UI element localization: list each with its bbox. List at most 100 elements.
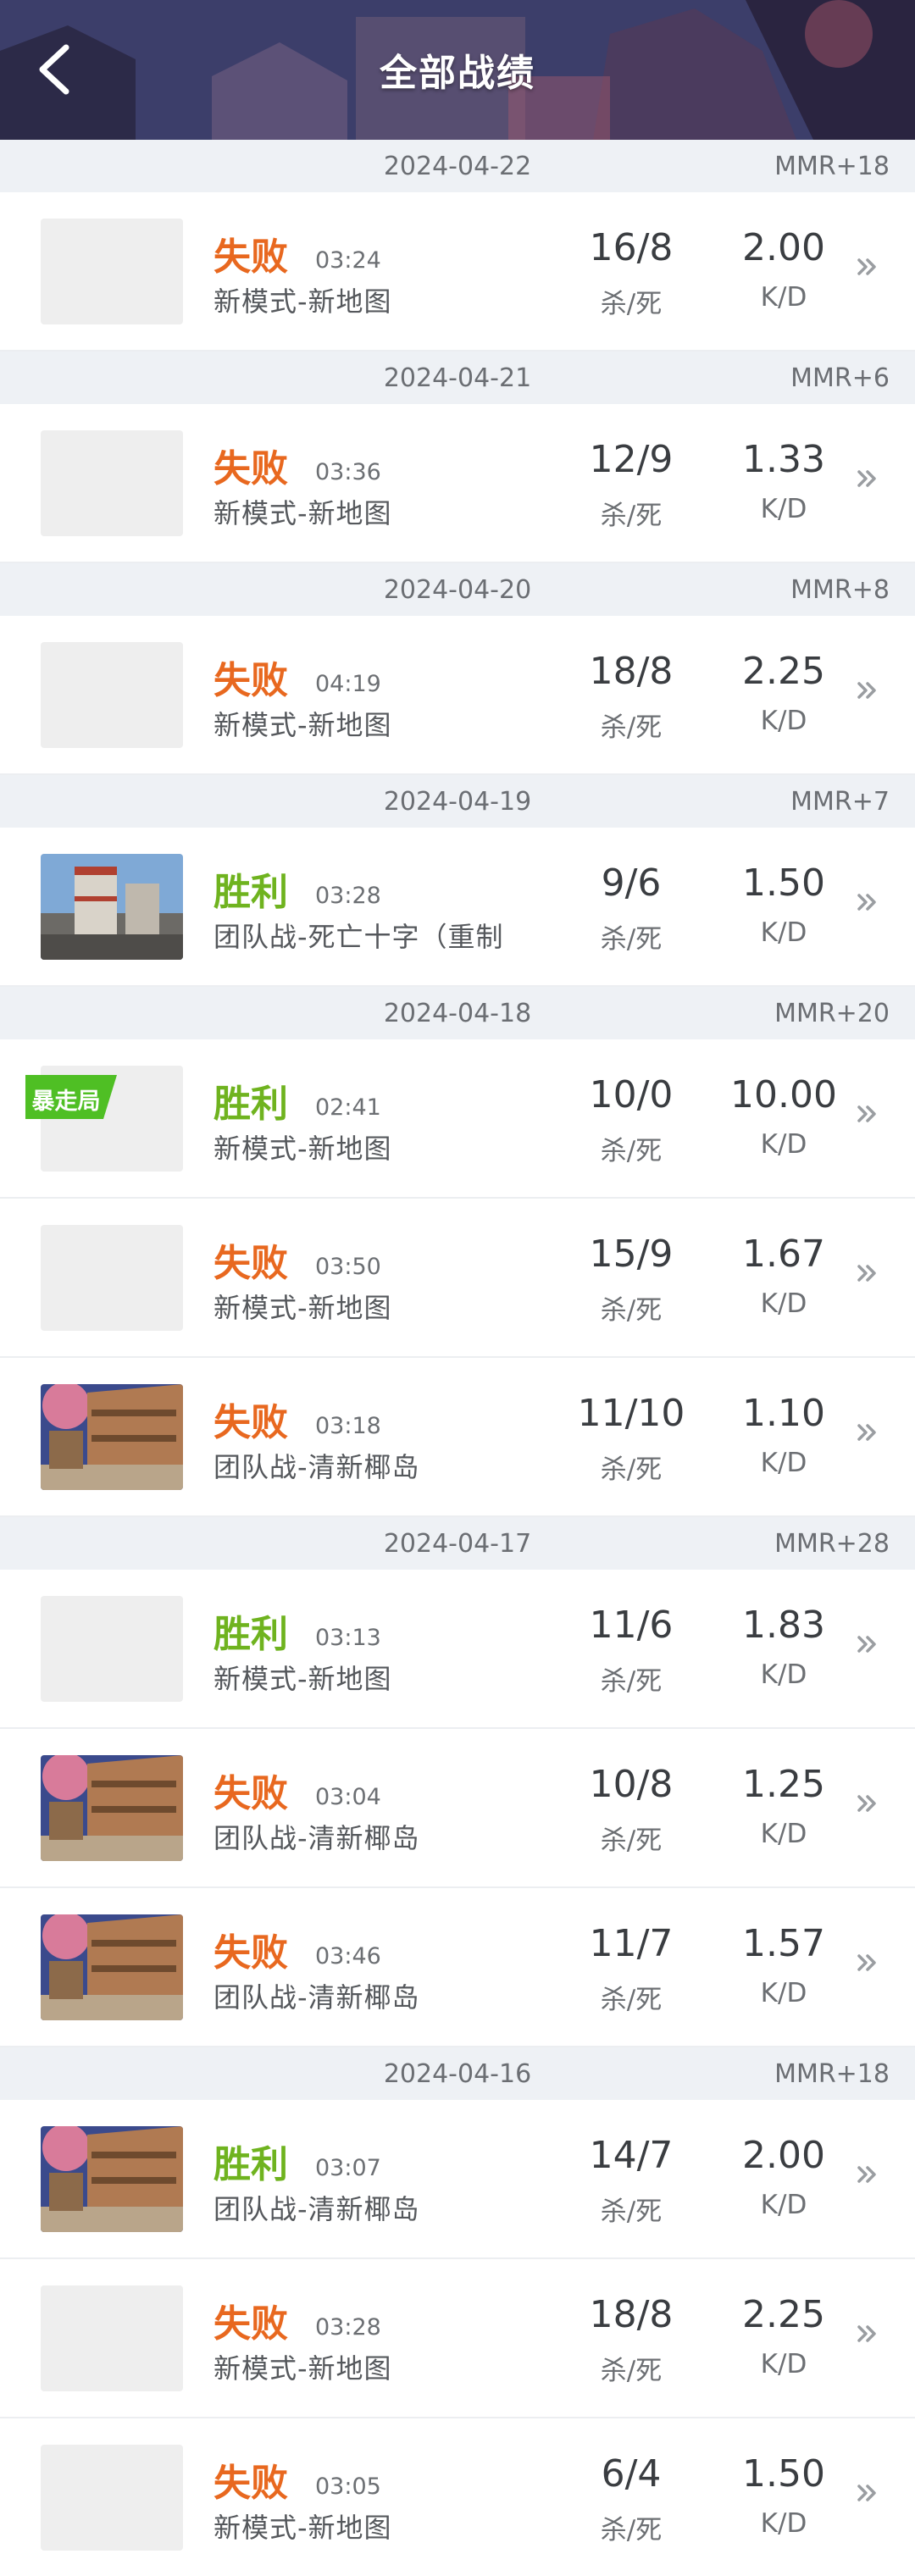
kd-ratio: 10.00 (730, 1073, 837, 1116)
match-result: 胜利 (214, 1613, 288, 1656)
match-row[interactable]: 失败 03:46 团队战-清新椰岛 11/7 杀/死 1.57 K/D (0, 1888, 915, 2047)
match-result: 失败 (214, 659, 288, 702)
map-thumbnail-art (41, 854, 183, 960)
detail-arrow[interactable] (856, 462, 881, 496)
kd-ratio-label: K/D (760, 1448, 807, 1478)
match-duration: 03:28 (315, 2314, 381, 2341)
match-row[interactable]: 失败 03:18 团队战-清新椰岛 11/10 杀/死 1.10 K/D (0, 1358, 915, 1517)
date-header: 2024-04-19 MMR+7 (0, 775, 915, 828)
match-date: 2024-04-19 (383, 787, 532, 817)
kills-deaths-label: 杀/死 (600, 1454, 663, 1485)
detail-arrow[interactable] (856, 2158, 881, 2191)
chevron-double-right-icon (857, 470, 876, 487)
match-row[interactable]: 失败 03:24 新模式-新地图 16/8 杀/死 2.00 K/D (0, 192, 915, 352)
map-name: 团队战-死亡十字（重制 (214, 921, 504, 953)
detail-arrow[interactable] (856, 2317, 881, 2351)
kills-deaths-label: 杀/死 (600, 712, 663, 743)
kd-ratio: 2.25 (742, 650, 825, 693)
detail-arrow[interactable] (856, 1256, 881, 1290)
match-date: 2024-04-21 (383, 363, 532, 393)
kills-deaths: 9/6 (601, 861, 662, 905)
match-duration: 02:41 (315, 1094, 381, 1121)
kills-deaths-label: 杀/死 (600, 924, 663, 955)
kd-ratio-label: K/D (760, 706, 807, 736)
map-name: 新模式-新地图 (214, 1292, 392, 1324)
match-row[interactable]: 失败 04:19 新模式-新地图 18/8 杀/死 2.25 K/D (0, 616, 915, 775)
match-result: 失败 (214, 235, 288, 279)
match-result: 失败 (214, 1242, 288, 1285)
match-row[interactable]: 失败 03:04 团队战-清新椰岛 10/8 杀/死 1.25 K/D (0, 1729, 915, 1888)
match-row[interactable]: 失败 03:28 新模式-新地图 18/8 杀/死 2.25 K/D (0, 2259, 915, 2418)
chevron-double-right-icon (857, 894, 876, 911)
match-duration: 03:24 (315, 247, 381, 274)
detail-arrow[interactable] (856, 885, 881, 919)
map-thumbnail (41, 2285, 183, 2391)
detail-arrow[interactable] (856, 1787, 881, 1820)
map-thumbnail-art (41, 2126, 183, 2232)
kd-ratio-label: K/D (760, 494, 807, 524)
match-row[interactable]: 失败 03:36 新模式-新地图 12/9 杀/死 1.33 K/D (0, 404, 915, 563)
detail-arrow[interactable] (856, 2476, 881, 2510)
map-thumbnail-art (41, 1384, 183, 1490)
kills-deaths-label: 杀/死 (600, 289, 663, 319)
match-duration: 03:18 (315, 1413, 381, 1439)
chevron-double-right-icon (857, 1265, 876, 1282)
map-name: 新模式-新地图 (214, 1663, 392, 1695)
detail-arrow[interactable] (856, 250, 881, 284)
kd-ratio: 1.50 (742, 861, 825, 905)
kd-ratio-label: K/D (760, 282, 807, 313)
kills-deaths: 16/8 (589, 226, 674, 269)
match-row[interactable]: 胜利 03:13 新模式-新地图 11/6 杀/死 1.83 K/D (0, 1570, 915, 1729)
kd-ratio-label: K/D (760, 2508, 807, 2539)
kd-ratio: 2.00 (742, 226, 825, 269)
kills-deaths: 11/7 (589, 1922, 674, 1965)
kills-deaths: 12/9 (589, 438, 674, 481)
map-name: 团队战-清新椰岛 (214, 1822, 420, 1854)
map-thumbnail (41, 2126, 183, 2232)
map-thumbnail (41, 430, 183, 536)
map-name: 新模式-新地图 (214, 2352, 392, 2385)
mmr-change: MMR+18 (774, 152, 890, 181)
detail-arrow[interactable] (856, 673, 881, 707)
kd-ratio: 1.57 (742, 1922, 825, 1965)
match-duration: 03:50 (315, 1254, 381, 1280)
mmr-change: MMR+7 (790, 787, 890, 817)
kills-deaths-label: 杀/死 (600, 1985, 663, 2015)
map-name: 团队战-清新椰岛 (214, 1981, 420, 2014)
kd-ratio-label: K/D (760, 2190, 807, 2220)
detail-arrow[interactable] (856, 1097, 881, 1131)
match-result: 失败 (214, 1772, 288, 1815)
detail-arrow[interactable] (856, 1946, 881, 1980)
kd-ratio-label: K/D (760, 1819, 807, 1849)
kills-deaths: 18/8 (589, 650, 674, 693)
detail-arrow[interactable] (856, 1627, 881, 1661)
date-header: 2024-04-22 MMR+18 (0, 140, 915, 192)
match-history-list: 2024-04-22 MMR+18 失败 03:24 新模式-新地图 16/8 杀/死 2.0… (0, 140, 915, 2576)
match-duration: 03:28 (315, 883, 381, 909)
map-name: 新模式-新地图 (214, 285, 392, 318)
match-row[interactable]: 失败 03:50 新模式-新地图 15/9 杀/死 1.67 K/D (0, 1199, 915, 1358)
match-row[interactable]: 胜利 03:28 团队战-死亡十字（重制 9/6 杀/死 1.50 K/D (0, 828, 915, 987)
map-thumbnail (41, 1914, 183, 2020)
map-name: 团队战-清新椰岛 (214, 1451, 420, 1483)
match-row[interactable]: 失败 03:05 新模式-新地图 6/4 杀/死 1.50 K/D (0, 2418, 915, 2576)
chevron-double-right-icon (857, 1424, 876, 1441)
detail-arrow[interactable] (856, 1415, 881, 1449)
date-header: 2024-04-17 MMR+28 (0, 1517, 915, 1570)
match-row[interactable]: 暴走局 胜利 02:41 新模式-新地图 10/0 杀/死 10.00 K/D (0, 1039, 915, 1199)
kd-ratio-label: K/D (760, 1978, 807, 2008)
kills-deaths-label: 杀/死 (600, 1295, 663, 1326)
kd-ratio: 1.25 (742, 1763, 825, 1806)
kills-deaths-label: 杀/死 (600, 501, 663, 531)
kd-ratio-label: K/D (760, 917, 807, 948)
chevron-double-right-icon (857, 2485, 876, 2501)
mmr-change: MMR+18 (774, 2059, 890, 2089)
chevron-double-right-icon (857, 2166, 876, 2183)
match-duration: 03:07 (315, 2155, 381, 2181)
map-thumbnail (41, 854, 183, 960)
kills-deaths-label: 杀/死 (600, 2197, 663, 2227)
kills-deaths-label: 杀/死 (600, 2356, 663, 2386)
match-result: 失败 (214, 447, 288, 490)
map-thumbnail (41, 642, 183, 748)
match-row[interactable]: 胜利 03:07 团队战-清新椰岛 14/7 杀/死 2.00 K/D (0, 2100, 915, 2259)
